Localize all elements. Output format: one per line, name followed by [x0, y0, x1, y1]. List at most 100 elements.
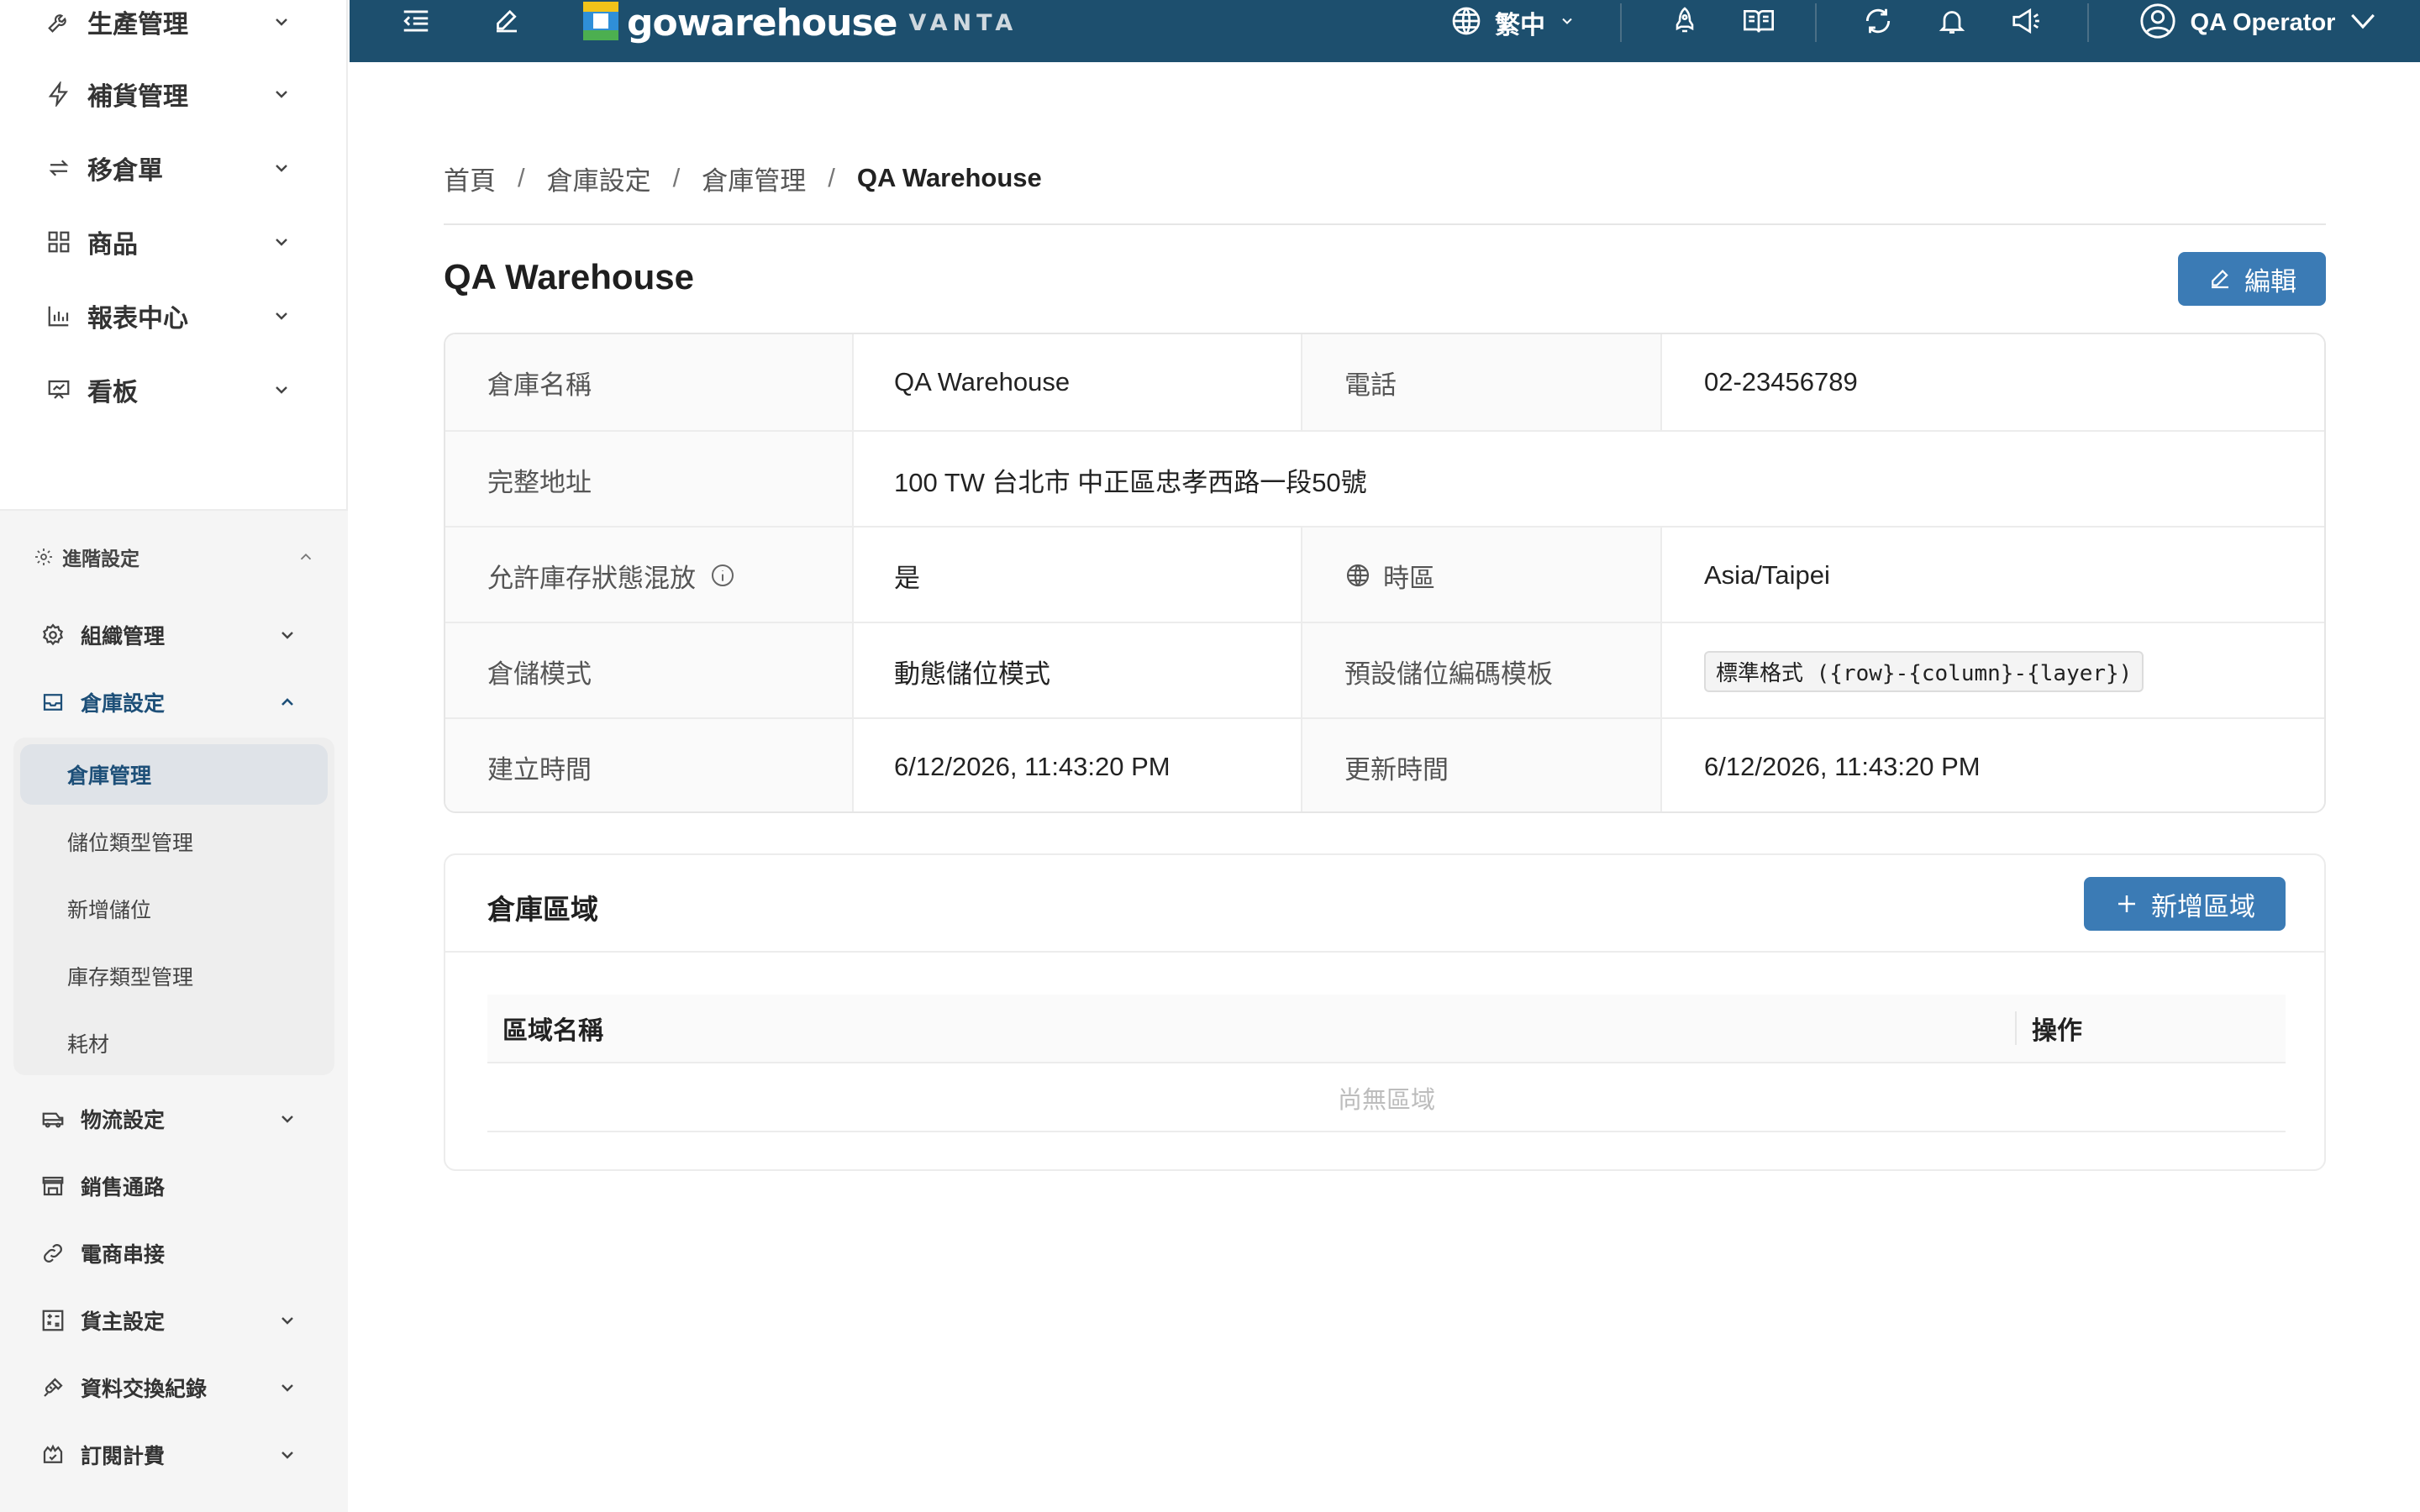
mixed-status-label-cell: 允許庫存狀態混放 [445, 528, 852, 623]
notifications-button[interactable] [1931, 0, 1973, 45]
location-template-value: 標準格式 ({row}-{column}-{layer}) [1704, 650, 2144, 692]
sidebar-child-warehouse-management[interactable]: 倉庫管理 [20, 744, 328, 805]
info-icon[interactable] [709, 562, 736, 589]
logo-subtitle: VANTA [908, 9, 1018, 36]
sidebar-item-subscription-billing[interactable]: 訂閱計費 [0, 1423, 348, 1487]
chevron-down-icon[interactable] [274, 1374, 301, 1401]
chevron-down-icon[interactable] [267, 80, 296, 108]
brand-logo[interactable]: gowarehouse VANTA [583, 0, 1018, 45]
topbar-divider [1815, 3, 1817, 42]
sidebar-item-label: 貨主設定 [81, 1310, 166, 1334]
sidebar-item-data-exchange-log[interactable]: 資料交換紀錄 [0, 1356, 348, 1420]
edit-mode-button[interactable] [486, 0, 528, 45]
chevron-down-icon[interactable] [267, 8, 296, 36]
globe-icon [1344, 562, 1371, 589]
location-template-cell: 標準格式 ({row}-{column}-{layer}) [1662, 623, 2324, 719]
details-row: 完整地址 100 TW 台北市 中正區忠孝西路一段50號 [445, 430, 2324, 528]
chevron-down-icon [2349, 8, 2377, 38]
warehouse-zones-card: 倉庫區域 新增區域 區域名稱 操作 尚無區域 [444, 853, 2326, 1171]
column-header-zone-name: 區域名稱 [502, 1017, 603, 1045]
warehouse-settings-submenu: 倉庫管理 儲位類型管理 新增儲位 庫存類型管理 耗材 [13, 738, 334, 1075]
advanced-settings-toggle[interactable]: 進階設定 [0, 528, 348, 586]
zones-title: 倉庫區域 [487, 894, 598, 925]
inbox-icon [39, 688, 67, 717]
sidebar-item-sales-channels[interactable]: 銷售通路 [0, 1154, 348, 1218]
sidebar-item-owner-settings[interactable]: 貨主設定 [0, 1289, 348, 1352]
truck-icon [39, 1105, 67, 1133]
language-label: 繁中 [1495, 12, 1545, 39]
globe-icon [1449, 4, 1483, 42]
store-icon [39, 1172, 67, 1200]
sidebar-item-label: 倉庫設定 [81, 692, 166, 716]
docs-button[interactable] [1738, 0, 1780, 45]
location-template-label: 預設儲位編碼模板 [1302, 623, 1662, 719]
menu-fold-icon [400, 5, 432, 41]
chevron-down-icon[interactable] [267, 302, 296, 330]
megaphone-icon [2010, 5, 2042, 41]
chevron-down-icon[interactable] [274, 1307, 301, 1334]
chevron-up-icon[interactable] [274, 689, 301, 716]
plus-icon [2114, 891, 2139, 916]
edit-button[interactable]: 編輯 [2178, 252, 2326, 306]
zones-empty-state: 尚無區域 [487, 1065, 2286, 1132]
updated-value: 6/12/2026, 11:43:20 PM [1662, 719, 2324, 811]
sidebar-item-warehouse-settings[interactable]: 倉庫設定 [0, 670, 348, 734]
sidebar-item-logistics[interactable]: 物流設定 [0, 1087, 348, 1151]
sidebar-item-production[interactable]: 生產管理 [0, 0, 348, 55]
breadcrumb-separator: / [518, 163, 525, 192]
chevron-down-icon[interactable] [274, 1105, 301, 1132]
sidebar-child-location-types[interactable]: 儲位類型管理 [20, 811, 328, 872]
language-switcher[interactable]: 繁中 [1428, 0, 1597, 45]
sidebar-item-organization[interactable]: 組織管理 [0, 603, 348, 667]
breadcrumb-warehouse-settings[interactable]: 倉庫設定 [547, 160, 651, 197]
sidebar-child-add-location[interactable]: 新增儲位 [20, 879, 328, 939]
chevron-down-icon[interactable] [267, 228, 296, 256]
sidebar-item-replenishment[interactable]: 補貨管理 [0, 60, 348, 128]
advanced-settings-label: 進階設定 [62, 548, 139, 570]
chevron-down-icon[interactable] [274, 622, 301, 648]
sidebar-item-label: 組織管理 [81, 625, 166, 648]
created-label: 建立時間 [445, 719, 852, 811]
sidebar-item-transfer[interactable]: 移倉單 [0, 134, 348, 202]
user-menu[interactable]: QA Operator [2128, 0, 2388, 45]
sidebar-item-label: 訂閱計費 [81, 1445, 166, 1468]
sidebar-item-label: 移倉單 [87, 157, 163, 185]
details-row: 倉儲模式 動態儲位模式 預設儲位編碼模板 標準格式 ({row}-{column… [445, 622, 2324, 719]
presentation-board-icon [45, 376, 72, 403]
sidebar-item-ecommerce-integration[interactable]: 電商串接 [0, 1221, 348, 1285]
topbar-divider [2087, 3, 2089, 42]
rocket-button[interactable] [1664, 0, 1706, 45]
chevron-down-icon[interactable] [267, 375, 296, 404]
phone-value: 02-23456789 [1662, 334, 2324, 430]
breadcrumb-warehouse-management[interactable]: 倉庫管理 [702, 160, 806, 197]
api-plug-icon [39, 1373, 67, 1402]
sidebar-item-label: 商品 [87, 231, 138, 259]
sidebar-item-dashboard[interactable]: 看板 [0, 356, 348, 423]
user-name: QA Operator [2190, 8, 2336, 36]
chevron-down-icon[interactable] [267, 154, 296, 182]
sidebar-item-reports[interactable]: 報表中心 [0, 282, 348, 349]
name-label: 倉庫名稱 [445, 334, 852, 430]
announcements-button[interactable] [2005, 0, 2047, 45]
name-value: QA Warehouse [852, 334, 1302, 430]
sidebar-child-consumables[interactable]: 耗材 [20, 1013, 328, 1074]
sidebar-item-label: 看板 [87, 379, 138, 407]
chevron-down-icon[interactable] [274, 1441, 301, 1468]
phone-label: 電話 [1302, 334, 1662, 430]
sidebar: 生產管理 補貨管理 移倉單 商品 報表中心 看板 進階設定 組織管理 倉庫設定 … [0, 0, 348, 1512]
breadcrumb: 首頁 / 倉庫設定 / 倉庫管理 / QA Warehouse [444, 160, 1042, 197]
address-value: 100 TW 台北市 中正區忠孝西路一段50號 [852, 432, 2324, 528]
topbar-divider [1620, 3, 1622, 42]
sidebar-item-products[interactable]: 商品 [0, 208, 348, 276]
collapse-menu-button[interactable] [395, 0, 437, 45]
column-divider [1301, 526, 1302, 811]
sidebar-child-inventory-types[interactable]: 庫存類型管理 [20, 946, 328, 1006]
refresh-button[interactable] [1857, 0, 1899, 45]
add-zone-button[interactable]: 新增區域 [2084, 877, 2286, 931]
advanced-settings-panel: 進階設定 組織管理 倉庫設定 倉庫管理 儲位類型管理 新增儲位 庫存類型管理 耗… [0, 509, 348, 1512]
logo-mark-icon [583, 1, 618, 45]
mixed-status-label: 允許庫存狀態混放 [487, 563, 696, 593]
breadcrumb-home[interactable]: 首頁 [444, 160, 496, 197]
storage-mode-value: 動態儲位模式 [852, 623, 1302, 719]
sidebar-item-label: 補貨管理 [87, 83, 188, 111]
